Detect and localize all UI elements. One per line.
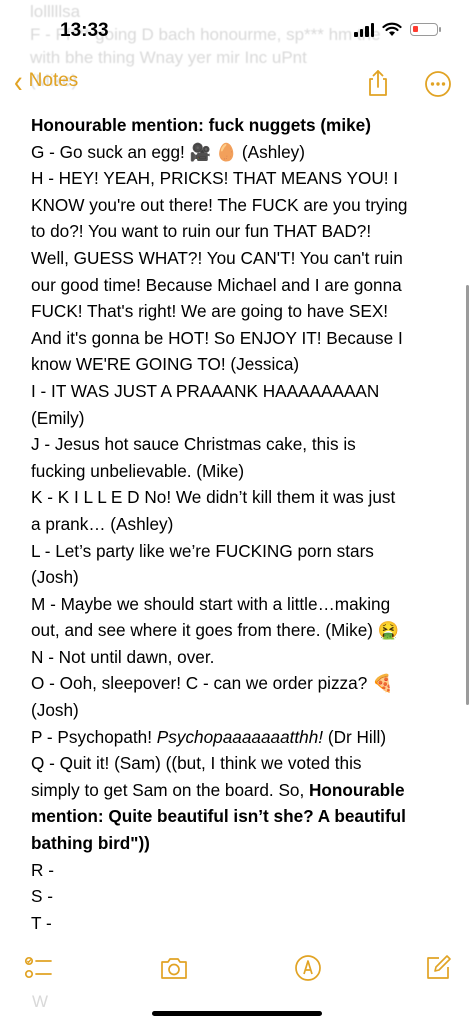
note-line: FUCK! That's right! We are going to have… <box>31 301 389 322</box>
note-line: I - IT WAS JUST A PRAAANK HAAAAAAAAN <box>31 380 380 401</box>
note-line: L - Let’s party like we’re FUCKING porn … <box>31 540 374 561</box>
note-heading: Honourable mention: fuck nuggets (mike) <box>31 115 371 135</box>
checklist-icon[interactable] <box>24 954 52 982</box>
note-line: And it's gonna be HOT! So ENJOY IT! Beca… <box>31 327 403 348</box>
scroll-indicator[interactable] <box>466 285 469 705</box>
note-line-p: P - Psychopath! Psychopaaaaaaatthh! (Dr … <box>31 726 387 747</box>
more-icon[interactable] <box>424 70 452 98</box>
note-line: G - Go suck an egg! 🎥 🥚 (Ashley) <box>31 141 305 162</box>
camera-icon[interactable] <box>159 954 189 982</box>
compose-icon[interactable] <box>424 954 452 982</box>
note-line: K - K I L L E D No! We didn’t kill them … <box>31 487 396 508</box>
back-label: Notes <box>28 70 79 91</box>
note-line-r: R - <box>31 859 54 880</box>
note-lines: G - Go suck an egg! 🎥 🥚 (Ashley) H - HEY!… <box>31 139 443 724</box>
note-line: out, and see where it goes from there. (… <box>31 620 400 641</box>
status-time: 13:33 <box>60 20 109 41</box>
back-button[interactable]: ‹ Notes <box>14 63 79 99</box>
note-body[interactable]: Honourable mention: fuck nuggets (mike) … <box>31 112 443 936</box>
note-line: know WE'RE GOING TO! (Jessica) <box>31 354 300 375</box>
navigation-bar: ‹ Notes <box>0 64 474 104</box>
note-line: M - Maybe we should start with a little…… <box>31 593 391 614</box>
note-line: our good time! Because Michael and I are… <box>31 274 402 295</box>
note-line: J - Jesus hot sauce Christmas cake, this… <box>31 434 356 455</box>
note-line: fucking unbelievable. (Mike) <box>31 460 245 481</box>
note-line: (Josh) <box>31 567 79 588</box>
note-line: (Josh) <box>31 700 79 721</box>
note-line: N - Not until dawn, over. <box>31 646 215 667</box>
bottom-toolbar <box>0 948 474 988</box>
status-bar: 13:33 <box>0 0 474 60</box>
note-line: a prank… (Ashley) <box>31 513 174 534</box>
note-line: Well, GUESS WHAT?! You CAN'T! You can't … <box>31 247 403 268</box>
cellular-signal-icon <box>354 22 374 37</box>
share-icon[interactable] <box>364 68 392 98</box>
note-line: H - HEY! YEAH, PRICKS! THAT MEANS YOU! I <box>31 168 399 189</box>
markup-icon[interactable] <box>294 954 322 982</box>
note-line: to do?! You want to ruin our fun THAT BA… <box>31 221 372 242</box>
scrolled-text-below-toolbar: W <box>32 992 49 1011</box>
note-line-q-bold: bathing bird")) <box>31 833 150 854</box>
note-line: (Emily) <box>31 407 85 428</box>
battery-level <box>413 26 418 32</box>
status-icons <box>354 22 441 37</box>
note-line-s: S - <box>31 886 53 907</box>
note-line-t: T - <box>31 912 52 933</box>
wifi-icon <box>382 22 402 36</box>
note-line-q-bold: mention: Quite beautiful isn’t she? A be… <box>31 806 406 827</box>
note-line-q: Q - Quit it! (Sam) ((but, I think we vot… <box>31 753 362 774</box>
note-line: O - Ooh, sleepover! C - can we order piz… <box>31 673 394 694</box>
note-line-q-mixed: simply to get Sam on the board. So, Hono… <box>31 779 405 800</box>
home-indicator[interactable] <box>152 1011 322 1016</box>
chevron-left-icon: ‹ <box>14 63 23 99</box>
note-line: KNOW you're out there! The FUCK are you … <box>31 194 408 215</box>
battery-icon <box>410 23 441 36</box>
